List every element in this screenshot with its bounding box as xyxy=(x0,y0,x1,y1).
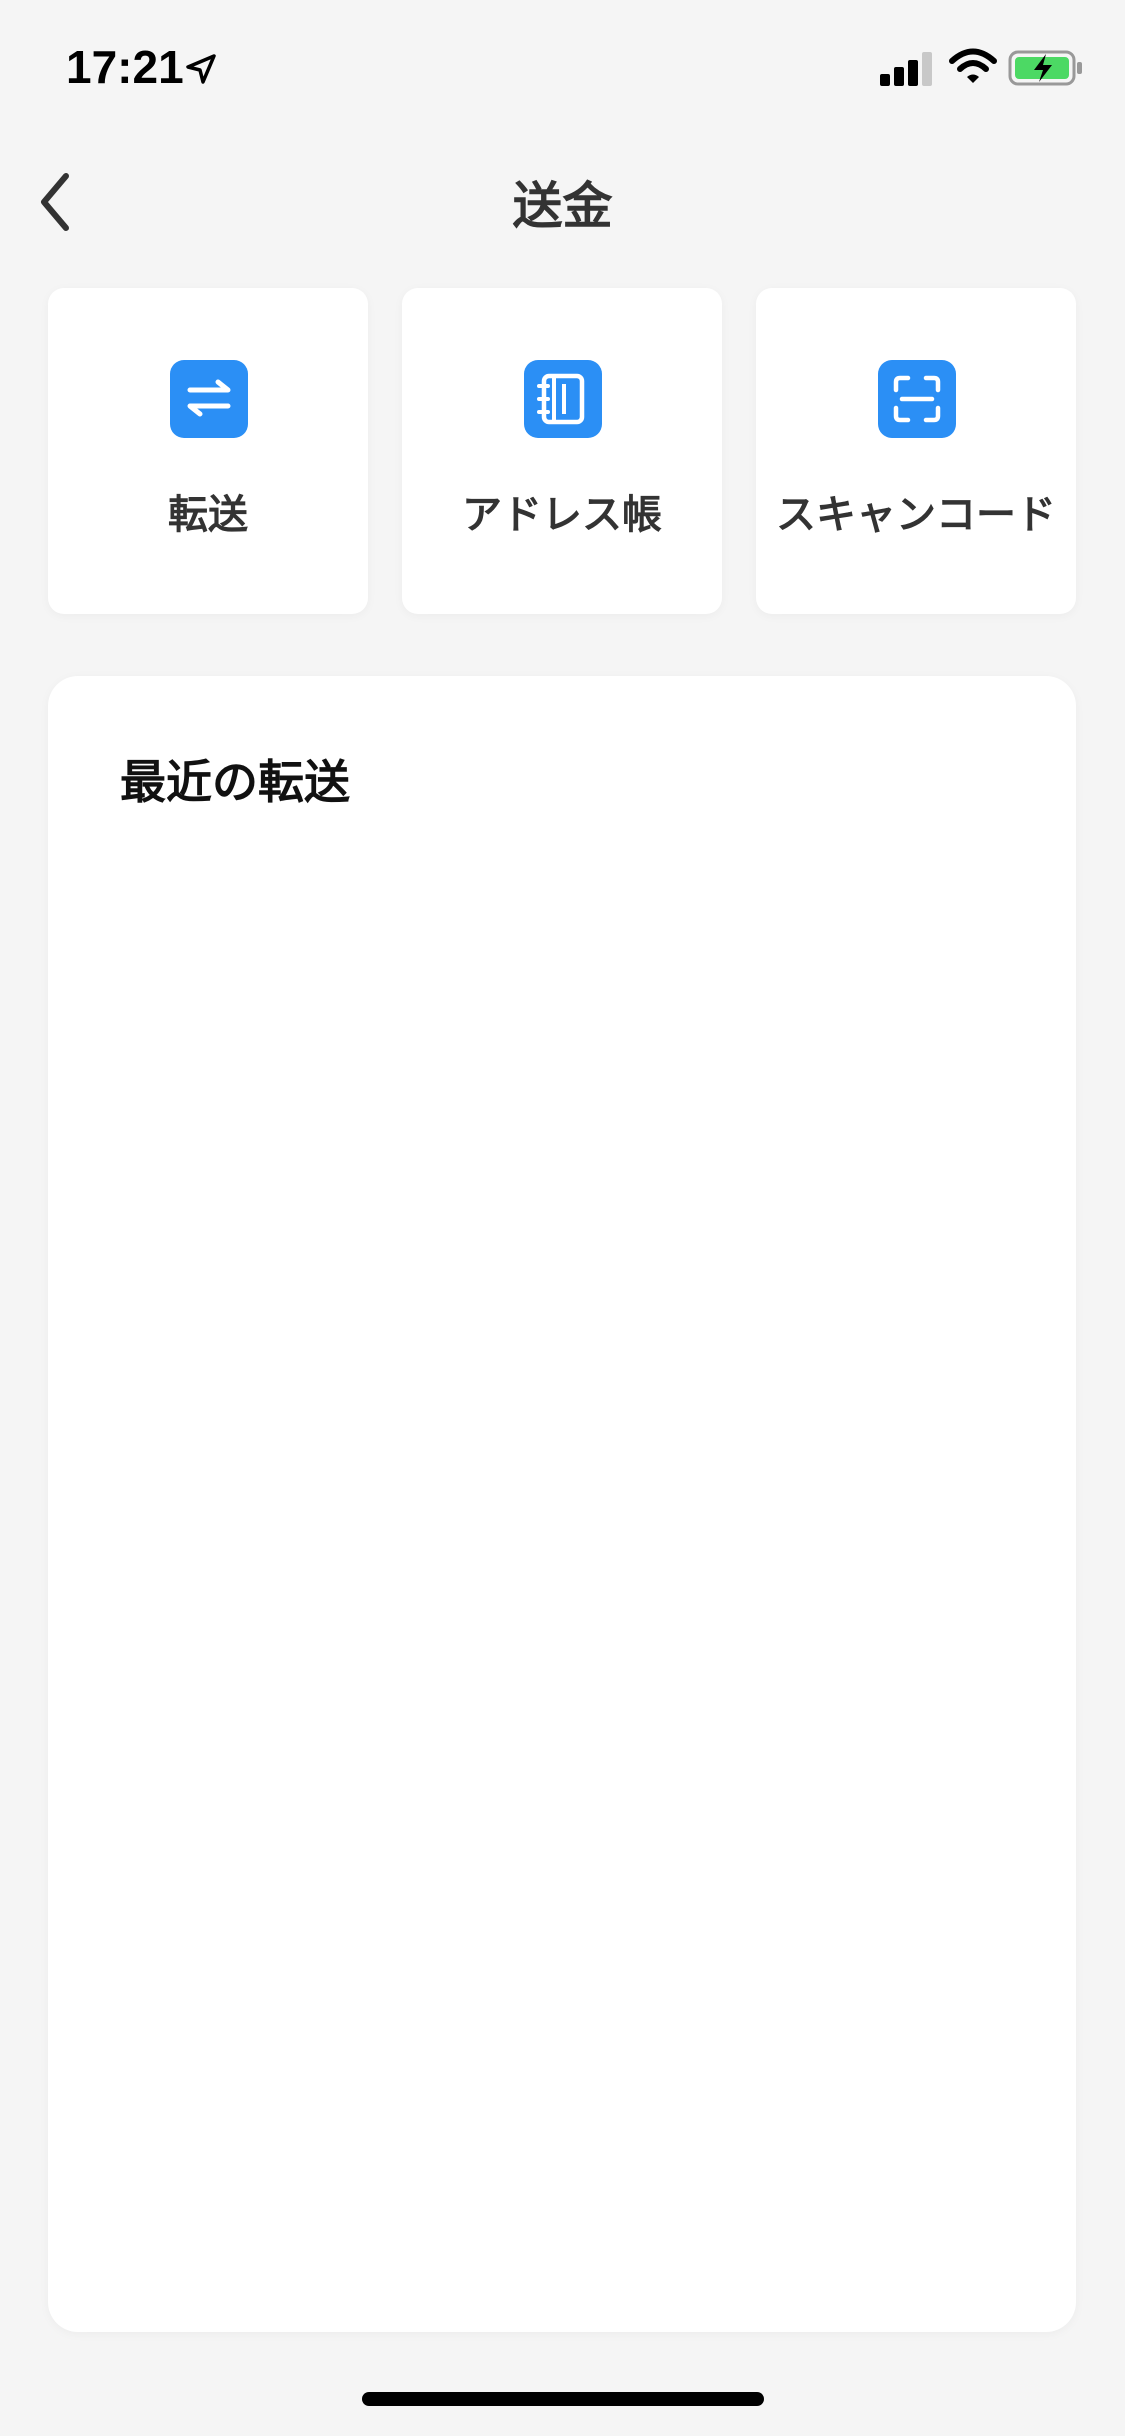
recent-transfers-panel: 最近の転送 xyxy=(48,676,1076,2332)
transfer-arrows-icon xyxy=(187,379,231,417)
page-title: 送金 xyxy=(512,177,613,235)
address-book-icon xyxy=(537,373,585,425)
address-book-icon-wrap xyxy=(524,360,602,438)
status-time: 17:21 xyxy=(66,41,184,93)
home-indicator[interactable] xyxy=(362,2392,764,2406)
cellular-signal-icon xyxy=(880,52,932,86)
address-book-label: アドレス帳 xyxy=(462,492,662,538)
wifi-icon xyxy=(949,48,997,83)
scan-code-icon-wrap xyxy=(878,360,956,438)
transfer-label: 転送 xyxy=(168,492,248,538)
transfer-button[interactable]: 転送 xyxy=(48,288,368,614)
scan-code-icon xyxy=(893,375,941,423)
address-book-button[interactable]: アドレス帳 xyxy=(402,288,722,614)
status-bar: 17:21 xyxy=(0,0,1125,132)
scan-code-label: スキャンコード xyxy=(776,492,1056,538)
battery-charging-icon xyxy=(1008,50,1082,86)
transfer-icon-wrap xyxy=(170,360,248,438)
nav-bar: 送金 xyxy=(0,140,1125,260)
location-arrow-icon xyxy=(186,54,216,84)
recent-transfers-title: 最近の転送 xyxy=(120,755,350,809)
scan-code-button[interactable]: スキャンコード xyxy=(756,288,1076,614)
